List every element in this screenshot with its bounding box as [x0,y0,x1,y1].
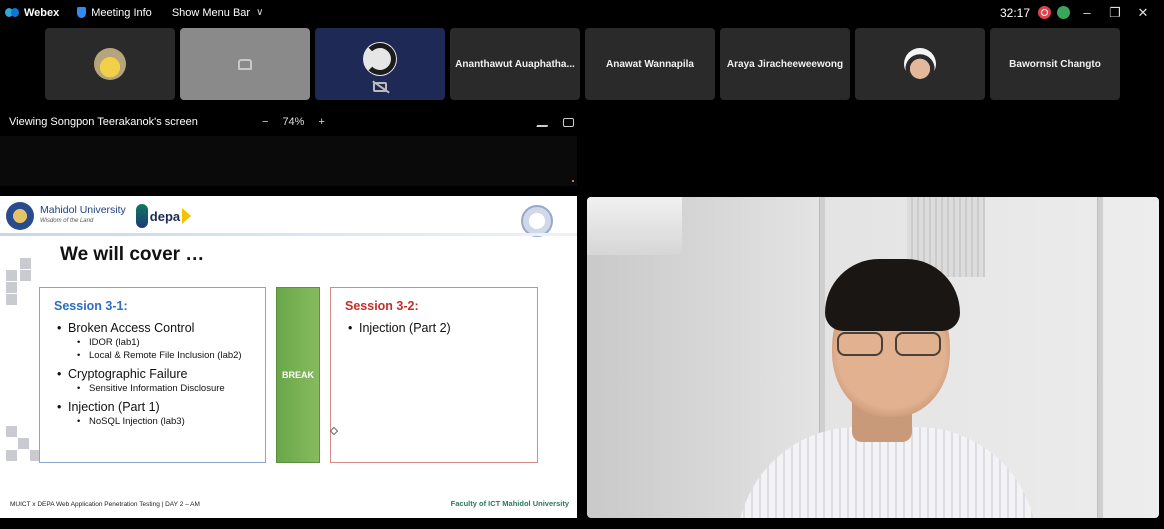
list-item: Sensitive Information Disclosure [56,382,242,395]
university-title: Mahidol University [40,204,126,216]
shield-icon [77,7,87,18]
university-name: Mahidol University Wisdom of the Land [40,205,126,227]
camera-off-icon [373,82,387,92]
slide-title: We will cover … [60,244,205,265]
obs-logo-icon [363,42,397,76]
session-1-topics: Broken Access Control IDOR (lab1) Local … [56,319,242,428]
participant-name: Ananthawut Auaphatha... [455,58,575,70]
depa-arrow-icon [182,208,192,224]
depa-mark-icon [135,204,148,228]
session-1-title: Session 3-1: [54,299,128,313]
list-item: Local & Remote File Inclusion (lab2) [56,349,242,362]
zoom-level: 74% [282,116,305,128]
list-item: NoSQL Injection (lab3) [56,415,242,428]
meeting-info-button[interactable]: Meeting Info [77,7,152,19]
avatar [94,48,126,80]
meeting-info-label: Meeting Info [91,6,152,19]
background-ac-unit [587,197,682,255]
participant-tile[interactable]: Ananthawut Auaphatha... [450,28,580,100]
webex-logo-icon [5,7,19,18]
close-icon[interactable]: ✕ [1132,5,1154,21]
participant-tile[interactable] [45,28,175,100]
presenter-glasses [837,332,962,358]
share-actions [536,117,574,127]
university-motto: Wisdom of the Land [40,218,94,224]
slide-footer-faculty: Faculty of ICT Mahidol University [450,499,569,508]
participant-name: Araya Jiracheeweewong [726,58,844,70]
participant-strip: Ananthawut Auaphatha... Anawat Wannapila… [45,28,1120,100]
participant-placeholder-icon [238,58,252,70]
window-controls: 32:17 – ❐ ✕ [1000,0,1154,25]
university-seal-icon [6,202,34,230]
participant-tile[interactable] [315,28,445,100]
slide-header: Mahidol University Wisdom of the Land de… [6,202,192,230]
show-menu-bar-button[interactable]: Show Menu Bar ∨ [172,7,264,19]
app-brand: Webex [5,7,59,19]
participant-name: Bawornsit Changto [1009,58,1101,70]
background-pipe [1097,197,1103,518]
participant-tile[interactable]: Bawornsit Changto [990,28,1120,100]
app-name: Webex [24,6,60,19]
annotate-icon[interactable] [536,117,551,127]
header-divider [0,233,577,236]
avatar [904,48,936,80]
list-item: Cryptographic Failure [56,367,242,382]
chevron-down-icon: ∨ [256,7,264,18]
cursor-dot [572,180,574,182]
zoom-out-button[interactable]: − [262,116,268,128]
popout-icon[interactable] [563,117,574,127]
zoom-in-button[interactable]: + [318,116,324,128]
shared-slide[interactable]: Mahidol University Wisdom of the Land de… [0,196,577,518]
slide-footer-course: MUICT x DEPA Web Application Penetration… [10,501,200,508]
show-menu-bar-label: Show Menu Bar [171,6,251,19]
session-2-box: Session 3-2: Injection (Part 2) [330,287,538,463]
presenter-video[interactable] [587,197,1159,518]
session-1-box: Session 3-1: Broken Access Control IDOR … [39,287,266,463]
meeting-timer: 32:17 [999,5,1030,20]
participant-tile[interactable]: Anawat Wannapila [585,28,715,100]
share-title: Viewing Songpon Teerakanok's screen [9,116,198,128]
session-2-topics: Injection (Part 2) [347,319,451,336]
break-block: BREAK [276,287,320,463]
depa-logo: depa [135,204,192,228]
participant-tile[interactable]: Araya Jiracheeweewong [720,28,850,100]
minimize-icon[interactable]: – [1076,5,1098,20]
title-bar: Webex Meeting Info Show Menu Bar ∨ 32:17… [0,0,1164,25]
share-toolbar: Viewing Songpon Teerakanok's screen − 74… [0,112,580,132]
stats-icon[interactable] [1057,6,1070,19]
zoom-controls: − 74% + [262,116,325,128]
list-item: Broken Access Control [56,321,242,336]
break-label: BREAK [281,370,314,380]
depa-text: depa [149,208,181,224]
list-item: IDOR (lab1) [56,336,242,349]
participant-name: Anawat Wannapila [606,58,694,70]
restore-icon[interactable]: ❐ [1104,5,1126,21]
record-icon[interactable] [1038,6,1051,19]
list-item: Injection (Part 2) [347,321,451,336]
participant-tile[interactable] [855,28,985,100]
list-item: Injection (Part 1) [56,400,242,415]
shared-screen-margin [0,136,577,186]
session-2-title: Session 3-2: [345,299,419,313]
participant-tile[interactable] [180,28,310,100]
